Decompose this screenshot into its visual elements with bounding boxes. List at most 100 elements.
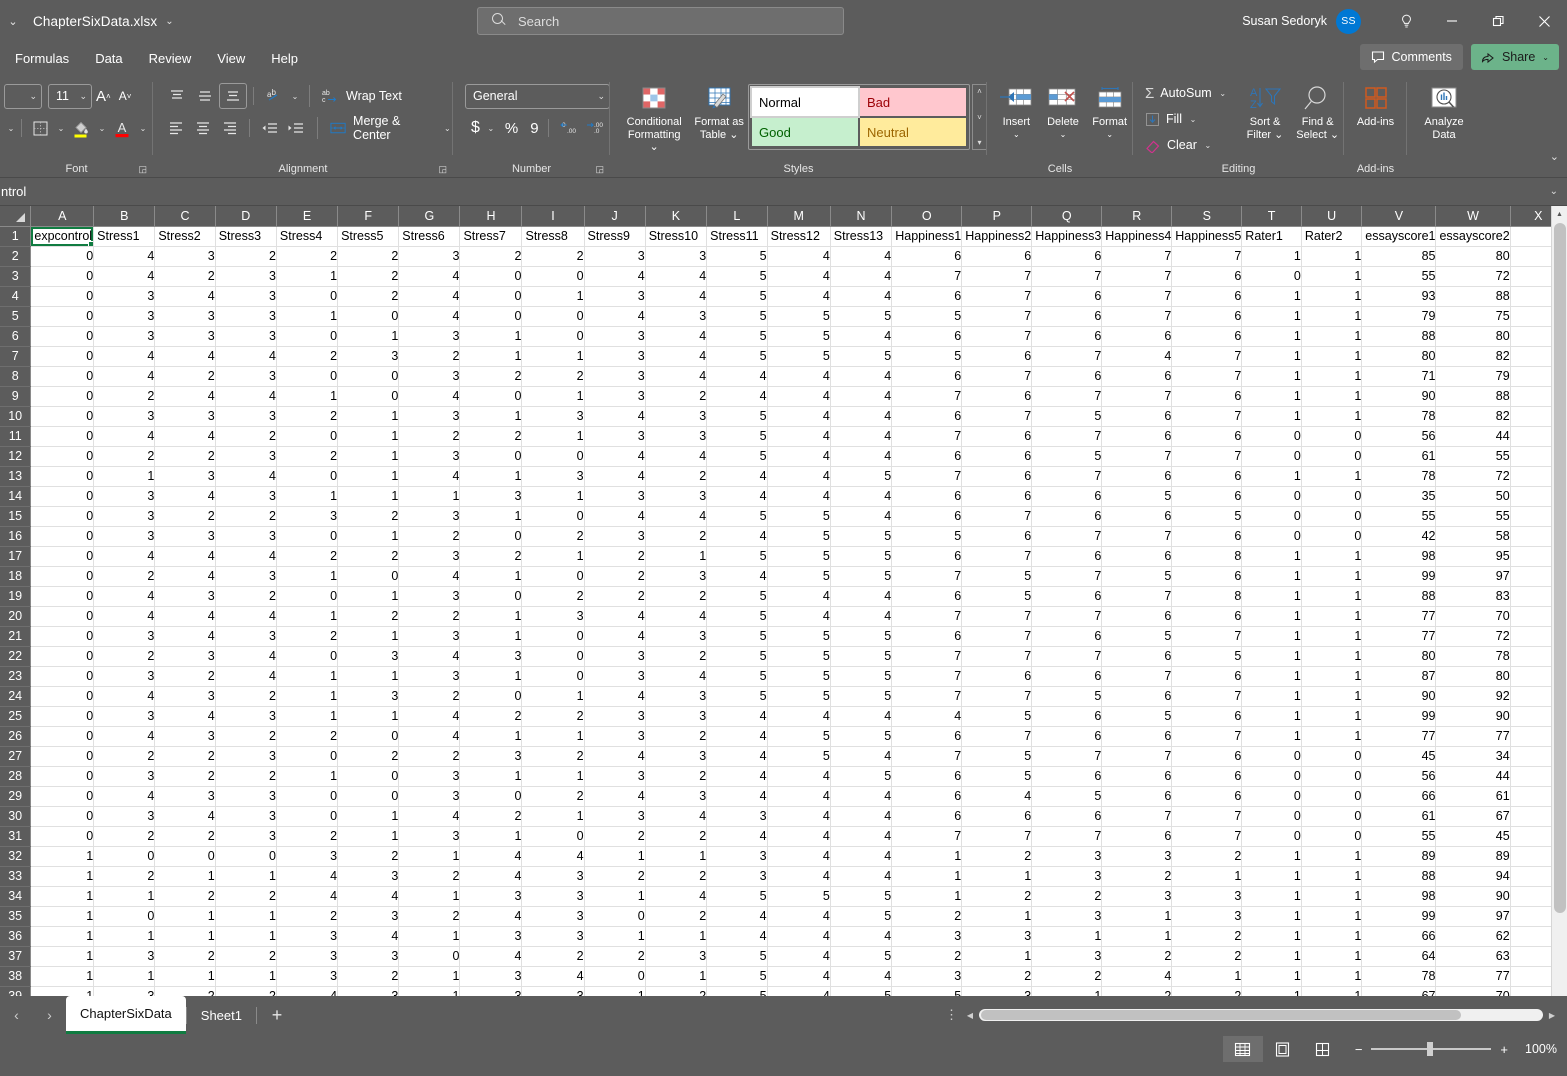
cell[interactable]: 3 [215, 786, 277, 807]
cell[interactable]: 7 [1101, 746, 1173, 767]
cell[interactable]: 5 [830, 666, 893, 687]
cell[interactable]: 5 [706, 546, 768, 567]
cell[interactable]: 5 [767, 746, 831, 767]
cell[interactable]: 7 [961, 406, 1033, 427]
delete-chevron-down-icon[interactable]: ⌄ [1060, 129, 1067, 142]
fill-color-chevron-down-icon[interactable]: ⌄ [96, 124, 108, 133]
cell[interactable]: 2 [154, 946, 216, 967]
cell[interactable]: 3 [645, 626, 708, 647]
cell[interactable]: 3 [961, 926, 1033, 947]
cell[interactable]: 0 [1301, 486, 1363, 507]
cell[interactable]: 2 [215, 986, 277, 996]
cell[interactable]: 88 [1435, 386, 1511, 407]
alignment-dialog-launcher[interactable]: ◲ [438, 164, 447, 175]
cell[interactable]: 61 [1361, 446, 1437, 467]
cell[interactable]: 7 [1031, 526, 1103, 547]
cell[interactable]: 5 [1031, 686, 1103, 707]
cell[interactable]: 4 [767, 286, 831, 307]
cell[interactable]: 4 [645, 346, 708, 367]
cell[interactable]: 2 [1101, 946, 1173, 967]
cell[interactable]: 1 [459, 726, 523, 747]
cell[interactable]: 3 [521, 886, 585, 907]
cell[interactable]: 7 [1101, 586, 1173, 607]
format-chevron-down-icon[interactable]: ⌄ [1106, 129, 1113, 142]
cell[interactable]: 5 [706, 266, 768, 287]
cell[interactable]: 2 [276, 246, 339, 267]
cell[interactable]: 3 [706, 866, 768, 887]
cell[interactable]: 3 [645, 486, 708, 507]
cell[interactable]: 5 [830, 346, 893, 367]
font-name-combo[interactable]: ⌄ [4, 83, 42, 109]
cell[interactable]: 5 [767, 886, 831, 907]
cell[interactable]: 6 [1031, 366, 1103, 387]
cell[interactable]: 3 [584, 486, 646, 507]
cell[interactable]: 4 [93, 726, 156, 747]
cell[interactable]: 3 [154, 246, 216, 267]
cell[interactable]: 1 [1241, 646, 1302, 667]
cell[interactable]: 3 [93, 806, 156, 827]
row-header-5[interactable]: 5 [0, 306, 32, 327]
cell[interactable]: 4 [584, 686, 646, 707]
cell[interactable]: 2 [215, 886, 277, 907]
cell[interactable]: 0 [276, 366, 339, 387]
cell[interactable]: 2 [93, 386, 156, 407]
cell[interactable]: 6 [1101, 546, 1173, 567]
cell[interactable]: 4 [584, 626, 646, 647]
cell[interactable]: 7 [1031, 466, 1103, 487]
cell[interactable]: 2 [93, 446, 156, 467]
cell[interactable]: 4 [154, 706, 216, 727]
cell[interactable]: 1 [1241, 886, 1302, 907]
cell[interactable]: 88 [1435, 286, 1511, 307]
formula-bar-expand-chevron-down-icon[interactable]: ⌄ [1550, 186, 1558, 197]
cell[interactable]: 1 [459, 766, 523, 787]
cell[interactable]: 0 [584, 966, 646, 987]
cell[interactable]: 3 [645, 746, 708, 767]
cell[interactable]: 4 [830, 706, 893, 727]
cell[interactable]: 80 [1361, 646, 1437, 667]
zoom-out-button[interactable]: − [1355, 1042, 1363, 1057]
cell[interactable]: 1 [1301, 926, 1363, 947]
cell[interactable]: 6 [891, 626, 963, 647]
cell[interactable]: 6 [1171, 286, 1243, 307]
column-header-s[interactable]: S [1171, 206, 1243, 227]
cell[interactable]: 3 [337, 346, 400, 367]
cell[interactable]: 4 [767, 486, 831, 507]
cell[interactable]: 3 [584, 766, 646, 787]
cell[interactable]: 5 [706, 606, 768, 627]
cell[interactable]: 1 [459, 606, 523, 627]
cell[interactable]: 6 [891, 806, 963, 827]
cell[interactable]: 4 [584, 506, 646, 527]
cell[interactable]: 4 [767, 766, 831, 787]
cell[interactable]: 4 [154, 426, 216, 447]
cell[interactable]: 0 [1241, 486, 1302, 507]
addins-button[interactable]: Add-ins [1345, 80, 1407, 129]
cell[interactable]: 0 [276, 586, 339, 607]
cell[interactable]: 0 [398, 946, 461, 967]
cell[interactable]: 1 [584, 986, 646, 996]
cell[interactable]: 3 [584, 366, 646, 387]
cell[interactable]: 0 [276, 526, 339, 547]
cell[interactable]: 1 [1301, 866, 1363, 887]
cell[interactable]: 1 [93, 466, 156, 487]
cell[interactable]: 7 [961, 686, 1033, 707]
cell[interactable]: 4 [645, 886, 708, 907]
share-chevron-down-icon[interactable]: ⌄ [1542, 53, 1549, 62]
cell[interactable]: 4 [706, 486, 768, 507]
search-input[interactable]: Search [477, 7, 844, 35]
number-dialog-launcher[interactable]: ◲ [595, 164, 604, 175]
cell[interactable]: 3 [1031, 866, 1103, 887]
cell[interactable]: 64 [1361, 946, 1437, 967]
cell[interactable]: 1 [398, 886, 461, 907]
row-header-29[interactable]: 29 [0, 786, 32, 807]
cell[interactable]: 5 [706, 346, 768, 367]
cell[interactable]: 4 [767, 426, 831, 447]
cell[interactable]: 6 [891, 406, 963, 427]
cell[interactable]: 89 [1435, 846, 1511, 867]
cell[interactable]: 97 [1435, 566, 1511, 587]
cell[interactable]: 1 [276, 566, 339, 587]
column-header-c[interactable]: C [154, 206, 216, 227]
cell[interactable]: 0 [521, 446, 585, 467]
cell[interactable]: 71 [1361, 366, 1437, 387]
cell[interactable]: 1 [1301, 606, 1363, 627]
cell[interactable]: 2 [215, 426, 277, 447]
